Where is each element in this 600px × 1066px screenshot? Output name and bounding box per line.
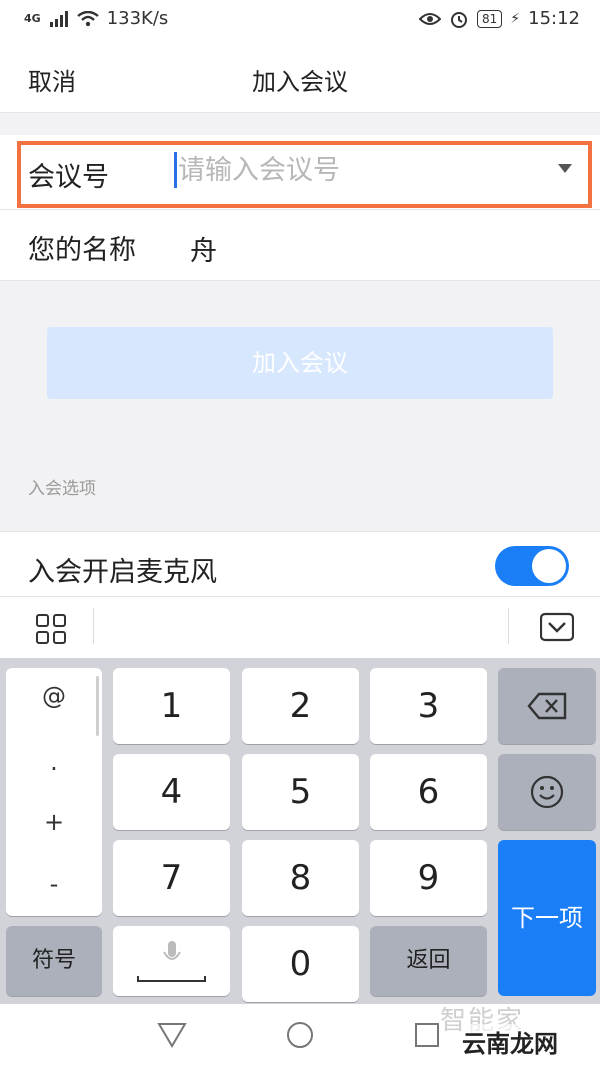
key-3[interactable]: 3 xyxy=(370,668,487,744)
key-9[interactable]: 9 xyxy=(370,840,487,916)
name-label: 您的名称 xyxy=(28,235,136,266)
key-4[interactable]: 4 xyxy=(113,754,230,830)
page-title: 加入会议 xyxy=(252,68,348,96)
name-input[interactable]: 舟 xyxy=(190,229,217,268)
status-left: 4G 133K/s xyxy=(24,8,168,29)
wifi-icon xyxy=(76,10,99,26)
backspace-key[interactable] xyxy=(498,668,596,744)
recent-square-icon[interactable] xyxy=(414,1022,440,1048)
status-bar: 4G 133K/s 81 ⚡ 15:12 xyxy=(0,0,600,40)
key-1[interactable]: 1 xyxy=(113,668,230,744)
section-divider xyxy=(0,113,600,135)
space-key[interactable] xyxy=(113,926,230,996)
highlight-frame xyxy=(17,141,592,208)
clock: 15:12 xyxy=(528,8,580,29)
options-header: 入会选项 xyxy=(28,479,96,499)
nav-bar: 加入会议 取消 xyxy=(0,40,600,113)
emoji-key[interactable] xyxy=(498,754,596,830)
backspace-icon xyxy=(527,692,567,720)
space-bar-line xyxy=(137,976,206,982)
symbol-dot[interactable]: . xyxy=(6,748,102,776)
back-key[interactable]: 返回 xyxy=(370,926,487,996)
hide-keyboard-icon[interactable] xyxy=(540,612,574,642)
symbol-mode-key[interactable]: 符号 xyxy=(6,926,102,996)
symbol-at[interactable]: @ xyxy=(6,682,102,710)
network-type: 4G xyxy=(24,12,41,25)
symbol-list[interactable]: @ . + - xyxy=(6,668,102,916)
mic-toggle[interactable] xyxy=(495,546,569,586)
name-row: 您的名称 xyxy=(0,210,600,281)
microphone-icon xyxy=(162,941,181,960)
back-triangle-icon[interactable] xyxy=(157,1022,187,1048)
symbol-scrollbar xyxy=(96,676,99,736)
toggle-knob xyxy=(532,549,566,583)
key-6[interactable]: 6 xyxy=(370,754,487,830)
toolbar-divider xyxy=(93,608,94,644)
join-meeting-button[interactable]: 加入会议 xyxy=(47,327,553,399)
next-field-key[interactable]: 下一项 xyxy=(498,840,596,996)
key-2[interactable]: 2 xyxy=(242,668,359,744)
emoji-icon xyxy=(530,775,564,809)
grid-menu-icon[interactable] xyxy=(36,614,66,644)
key-5[interactable]: 5 xyxy=(242,754,359,830)
eye-icon xyxy=(419,12,441,25)
cancel-button[interactable]: 取消 xyxy=(28,62,76,97)
key-0[interactable]: 0 xyxy=(242,926,359,1002)
mic-option-label: 入会开启麦克风 xyxy=(28,557,217,588)
symbol-plus[interactable]: + xyxy=(6,808,102,836)
key-7[interactable]: 7 xyxy=(113,840,230,916)
status-right: 81 ⚡ 15:12 xyxy=(419,8,580,29)
keyboard-toolbar xyxy=(0,596,600,659)
alarm-icon xyxy=(451,11,467,28)
battery-indicator: 81 xyxy=(477,9,503,28)
home-circle-icon[interactable] xyxy=(285,1020,315,1050)
signal-icon xyxy=(49,10,68,27)
charging-icon: ⚡ xyxy=(510,10,521,27)
toolbar-divider xyxy=(508,608,509,644)
watermark-logo-text: 云南龙网 xyxy=(462,1024,558,1059)
symbol-minus[interactable]: - xyxy=(6,870,102,898)
key-8[interactable]: 8 xyxy=(242,840,359,916)
network-speed: 133K/s xyxy=(106,8,169,29)
